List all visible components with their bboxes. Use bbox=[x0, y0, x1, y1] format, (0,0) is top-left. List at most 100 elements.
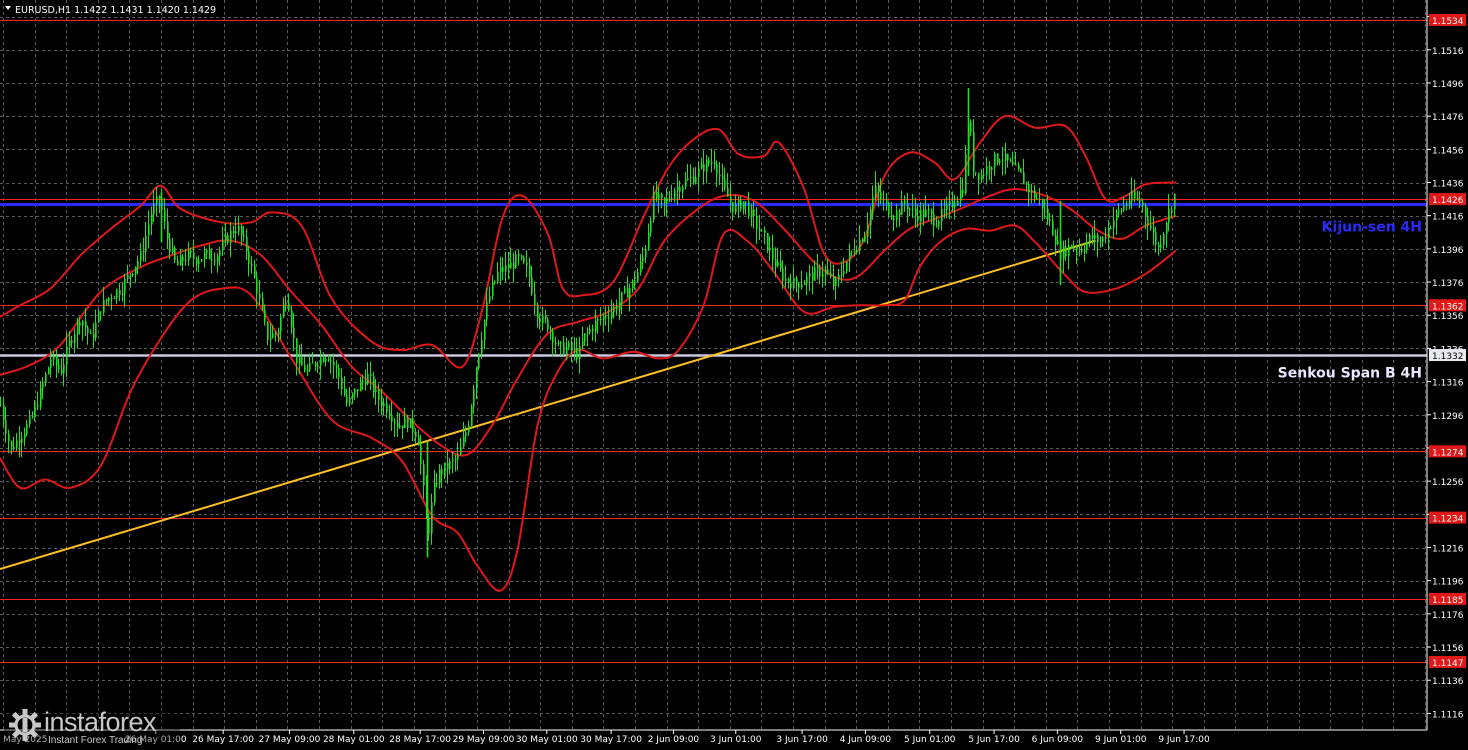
candle-body bbox=[909, 208, 911, 210]
candle-body bbox=[1057, 240, 1059, 245]
candle-body bbox=[460, 446, 462, 455]
candle-body bbox=[891, 215, 893, 218]
candle-body bbox=[629, 287, 631, 298]
candle-body bbox=[494, 281, 496, 284]
candle-body bbox=[441, 469, 443, 475]
price-tick-label: 1.1356 bbox=[1432, 312, 1464, 322]
price-chart[interactable]: Kijun-sen 4HSenkou Span B 4H 1.15361.151… bbox=[0, 0, 1468, 750]
candle-body bbox=[188, 250, 190, 261]
price-tick-label: 1.1316 bbox=[1432, 379, 1464, 389]
candle-body bbox=[711, 161, 713, 164]
candle-body bbox=[198, 261, 200, 265]
candle-body bbox=[386, 403, 388, 413]
candle-body bbox=[243, 235, 245, 237]
candle-body bbox=[584, 333, 586, 341]
candle-body bbox=[500, 267, 502, 272]
candle-body bbox=[706, 160, 708, 172]
candle-body bbox=[471, 406, 473, 426]
candle-body bbox=[309, 362, 311, 370]
candle-body bbox=[354, 389, 356, 394]
candle-body bbox=[367, 373, 369, 385]
candle-body bbox=[669, 198, 671, 200]
candle-body bbox=[140, 251, 142, 262]
candle-body bbox=[32, 416, 34, 418]
candle-body bbox=[381, 400, 383, 407]
candle-body bbox=[148, 224, 150, 236]
candle-body bbox=[682, 186, 684, 192]
candle-body bbox=[127, 274, 129, 279]
candle-body bbox=[164, 209, 166, 222]
candle-body bbox=[597, 319, 599, 321]
candle-body bbox=[1092, 234, 1094, 239]
candle-body bbox=[399, 425, 401, 428]
candle-body bbox=[656, 191, 658, 199]
candle-body bbox=[1055, 235, 1057, 245]
candle-body bbox=[227, 235, 229, 243]
candle-body bbox=[566, 347, 568, 355]
candle-body bbox=[883, 199, 885, 201]
candle-body bbox=[772, 247, 774, 260]
candle-body bbox=[555, 342, 557, 345]
candle-body bbox=[767, 233, 769, 251]
candle-body bbox=[539, 318, 541, 324]
candle-body bbox=[391, 416, 393, 422]
candle-body bbox=[1086, 241, 1088, 251]
candle-body bbox=[87, 327, 89, 334]
candle-body bbox=[563, 342, 565, 355]
candle-body bbox=[206, 250, 208, 254]
candle-body bbox=[983, 174, 985, 176]
candle-body bbox=[732, 202, 734, 212]
candle-body bbox=[1137, 197, 1139, 200]
candle-body bbox=[69, 340, 71, 347]
candle-body bbox=[843, 271, 845, 275]
candle-body bbox=[896, 211, 898, 220]
candle-body bbox=[677, 186, 679, 191]
candle-body bbox=[973, 132, 975, 173]
candle-body bbox=[650, 220, 652, 233]
candle-body bbox=[293, 327, 295, 339]
candle-body bbox=[812, 273, 814, 281]
time-tick-label: 30 May 01:00 bbox=[516, 735, 578, 745]
candle-body bbox=[299, 357, 301, 364]
candle-body bbox=[373, 376, 375, 393]
chart-title: EURUSD,H1 1.1422 1.1431 1.1420 1.1429 bbox=[15, 5, 216, 16]
candle-body bbox=[822, 274, 824, 277]
candle-body bbox=[100, 311, 102, 313]
candle-body bbox=[251, 263, 253, 266]
candle-body bbox=[846, 261, 848, 272]
candle-body bbox=[613, 306, 615, 312]
candle-body bbox=[79, 321, 81, 326]
time-tick-label: 30 May 17:00 bbox=[580, 735, 642, 745]
candle-body bbox=[833, 276, 835, 286]
candle-body bbox=[1026, 183, 1028, 185]
candle-body bbox=[708, 160, 710, 164]
chart-background bbox=[0, 0, 1468, 750]
kijun-sen-label: Kijun-sen 4H bbox=[1322, 220, 1422, 236]
candle-body bbox=[190, 250, 192, 253]
candle-body bbox=[256, 277, 258, 294]
candle-body bbox=[66, 346, 68, 365]
time-tick-label: 5 Jun 01:00 bbox=[904, 735, 956, 745]
candle-body bbox=[1084, 250, 1086, 252]
candle-body bbox=[645, 248, 647, 258]
candle-body bbox=[917, 215, 919, 222]
candle-body bbox=[1044, 208, 1046, 210]
candle-body bbox=[185, 260, 187, 262]
time-tick-label: 3 Jun 17:00 bbox=[776, 735, 828, 745]
candle-body bbox=[497, 271, 499, 282]
candle-body bbox=[901, 200, 903, 215]
candle-body bbox=[997, 153, 999, 163]
candle-body bbox=[931, 210, 933, 214]
candle-body bbox=[637, 272, 639, 282]
candle-body bbox=[156, 196, 158, 204]
instaforex-logo[interactable]: instaforex Instant Forex Trading bbox=[4, 706, 180, 748]
time-tick-label: 9 Jun 17:00 bbox=[1158, 735, 1210, 745]
candle-body bbox=[835, 279, 837, 286]
logo-name: instaforex bbox=[44, 707, 157, 737]
candle-body bbox=[761, 230, 763, 232]
candle-body bbox=[1105, 237, 1107, 239]
candle-body bbox=[1129, 201, 1131, 205]
candle-body bbox=[37, 405, 39, 407]
candle-body bbox=[523, 257, 525, 263]
candle-body bbox=[864, 236, 866, 242]
